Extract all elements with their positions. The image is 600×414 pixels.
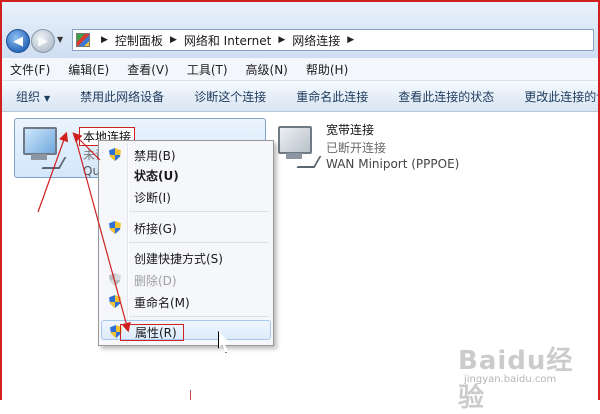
menu-item-label: 桥接(G): [134, 222, 177, 236]
menu-file[interactable]: 文件(F): [10, 61, 50, 78]
menu-item-properties[interactable]: 属性(R): [101, 320, 271, 341]
shield-icon: [109, 221, 121, 234]
menu-item-status[interactable]: 状态(U): [101, 164, 271, 184]
menu-item-bridge[interactable]: 桥接(G): [101, 217, 271, 237]
chevron-right-icon[interactable]: ▶: [101, 35, 108, 45]
address-bar[interactable]: ▶ 控制面板 ▶ 网络和 Internet ▶ 网络连接 ▶: [72, 29, 594, 51]
menu-item-label: 禁用(B): [134, 149, 176, 163]
menu-advanced[interactable]: 高级(N): [246, 61, 288, 78]
broadband-adapter-icon: [276, 124, 322, 168]
menu-item-label: 属性(R): [135, 326, 177, 340]
breadcrumb-network-internet[interactable]: 网络和 Internet: [184, 32, 271, 49]
breadcrumb-network-connections[interactable]: 网络连接: [292, 32, 340, 49]
menu-item-create-shortcut[interactable]: 创建快捷方式(S): [101, 247, 271, 267]
diagnose-connection-button[interactable]: 诊断这个连接: [194, 88, 266, 105]
menu-separator: [129, 316, 269, 317]
menu-separator: [129, 242, 269, 243]
broadband-connection-tile[interactable]: 宽带连接 已断开连接 WAN Miniport (PPPOE): [272, 118, 572, 176]
menu-item-delete: 删除(D): [101, 269, 271, 289]
menu-item-diagnose[interactable]: 诊断(I): [101, 186, 271, 206]
rename-connection-button[interactable]: 重命名此连接: [296, 88, 368, 105]
menu-separator: [129, 211, 269, 212]
chevron-right-icon[interactable]: ▶: [278, 35, 285, 45]
recent-pages-dropdown[interactable]: ▼: [57, 35, 63, 44]
organize-label: 组织: [16, 89, 41, 104]
menu-item-disable[interactable]: 禁用(B): [101, 144, 271, 164]
menu-tools[interactable]: 工具(T): [187, 61, 228, 78]
annotation-line: [190, 390, 191, 400]
network-adapter-icon: [21, 125, 67, 169]
forward-button[interactable]: ▶: [31, 29, 55, 53]
breadcrumb-control-panel[interactable]: 控制面板: [115, 32, 163, 49]
control-panel-icon: [76, 33, 90, 47]
chevron-right-icon[interactable]: ▶: [170, 35, 177, 45]
chevron-down-icon: ▼: [44, 93, 51, 103]
chevron-right-icon[interactable]: ▶: [347, 35, 354, 45]
view-status-button[interactable]: 查看此连接的状态: [398, 88, 494, 105]
context-menu: 禁用(B) 状态(U) 诊断(I) 桥接(G) 创建快捷方式(S) 删除(D) …: [98, 140, 274, 346]
menu-item-label: 诊断(I): [134, 191, 171, 205]
back-button[interactable]: ◀: [6, 29, 30, 53]
disable-device-button[interactable]: 禁用此网络设备: [80, 88, 164, 105]
menu-view[interactable]: 查看(V): [127, 61, 169, 78]
shield-icon: [109, 148, 121, 161]
change-settings-button[interactable]: 更改此连接的设置: [524, 88, 598, 105]
address-bar-area: ◀ ▶ ▼ ▶ 控制面板 ▶ 网络和 Internet ▶ 网络连接 ▶: [2, 2, 598, 58]
shield-icon: [109, 295, 121, 308]
broadband-connection-name: 宽带连接: [326, 123, 375, 137]
menu-item-label: 创建快捷方式(S): [134, 252, 223, 266]
broadband-connection-status: 已断开连接: [326, 141, 387, 155]
watermark: Baidu经验 jingyan.baidu.com: [458, 340, 598, 413]
broadband-connection-device: WAN Miniport (PPPOE): [326, 157, 460, 171]
menu-item-rename[interactable]: 重命名(M): [101, 291, 271, 311]
watermark-url: jingyan.baidu.com: [464, 374, 557, 385]
menu-item-label: 删除(D): [134, 274, 177, 288]
menu-item-label: 状态(U): [134, 169, 179, 183]
menu-edit[interactable]: 编辑(E): [68, 61, 109, 78]
organize-button[interactable]: 组织 ▼: [16, 88, 50, 105]
command-bar: 组织 ▼ 禁用此网络设备 诊断这个连接 重命名此连接 查看此连接的状态 更改此连接…: [2, 81, 598, 112]
menu-bar: 文件(F) 编辑(E) 查看(V) 工具(T) 高级(N) 帮助(H): [2, 58, 598, 81]
menu-help[interactable]: 帮助(H): [306, 61, 348, 78]
shield-icon: [109, 273, 121, 286]
menu-item-label: 重命名(M): [134, 296, 190, 310]
